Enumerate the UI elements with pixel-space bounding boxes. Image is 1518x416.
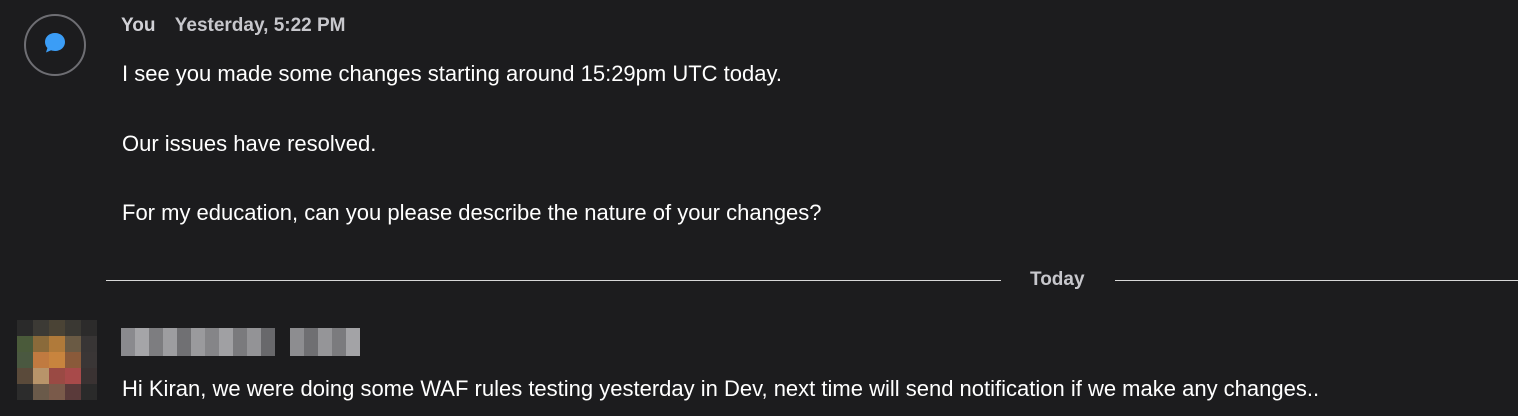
obscured-sender-detail: [290, 328, 360, 356]
message-header: You Yesterday, 5:22 PM: [121, 15, 346, 37]
date-divider-label: Today: [1030, 269, 1085, 290]
avatar[interactable]: [24, 14, 86, 76]
message-text-line: For my education, can you please describ…: [122, 200, 822, 225]
avatar[interactable]: [17, 320, 97, 400]
chat-bubble-icon: [42, 30, 68, 61]
message-text-line: I see you made some changes starting aro…: [122, 61, 782, 86]
message-timestamp: Yesterday, 5:22 PM: [174, 15, 346, 36]
obscured-sender-name: [121, 328, 275, 356]
sender-name: You: [121, 15, 156, 36]
message-text-line: Our issues have resolved.: [122, 131, 377, 156]
divider-line-right: [1115, 280, 1518, 281]
message-text-line: Hi Kiran, we were doing some WAF rules t…: [122, 376, 1320, 401]
divider-line-left: [106, 280, 1001, 281]
